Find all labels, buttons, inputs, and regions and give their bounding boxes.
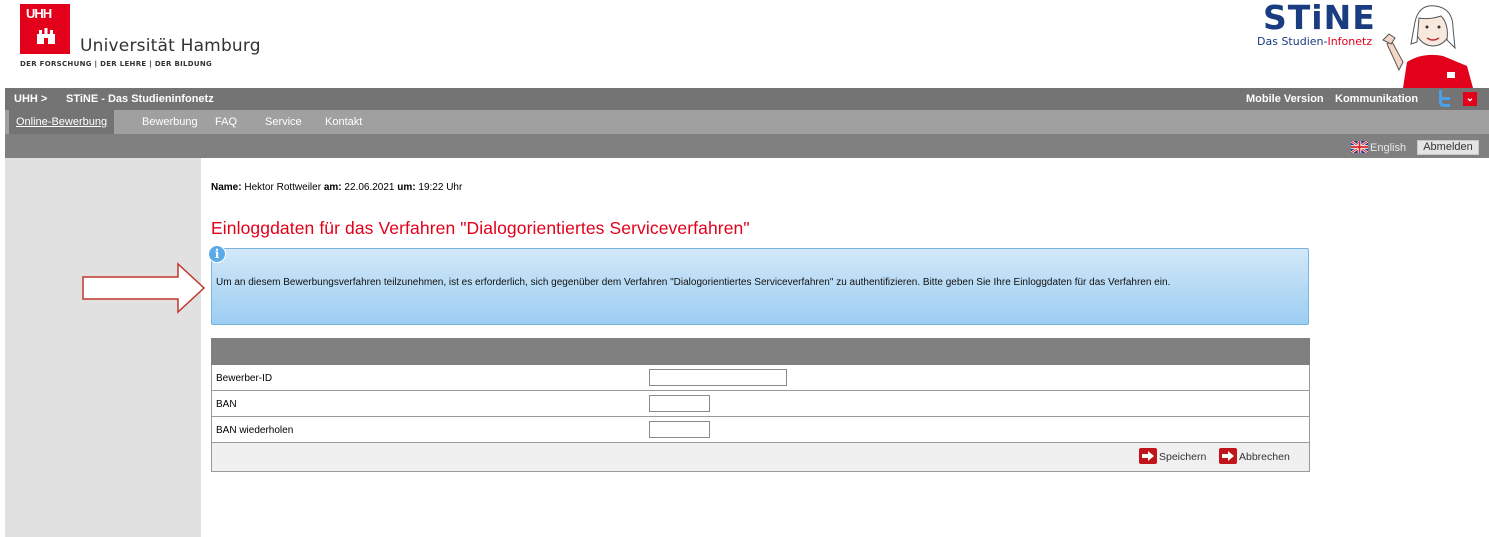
login-form: Bewerber-ID BAN BAN wiederholen Speicher… bbox=[211, 338, 1310, 472]
uhh-logo-text: UHH bbox=[26, 6, 52, 21]
top-bar: UHH > STiNE - Das Studieninfonetz Mobile… bbox=[5, 88, 1489, 110]
ban-repeat-input[interactable] bbox=[649, 421, 710, 438]
info-box: i Um an diesem Bewerbungsverfahren teilz… bbox=[208, 245, 1309, 325]
logout-button[interactable]: Abmelden bbox=[1417, 140, 1479, 155]
mobile-version-link[interactable]: Mobile Version bbox=[1246, 93, 1324, 105]
mascot-icon bbox=[1382, 5, 1473, 88]
tab-service[interactable]: Service bbox=[258, 110, 309, 134]
arrow-right-icon bbox=[1219, 448, 1237, 464]
save-label: Speichern bbox=[1159, 451, 1207, 463]
form-row-ban: BAN bbox=[211, 391, 1310, 417]
info-text: Um an diesem Bewerbungsverfahren teilzun… bbox=[216, 277, 1171, 288]
arrow-right-icon bbox=[82, 262, 206, 314]
university-tagline: DER FORSCHUNG | DER LEHRE | DER BILDUNG bbox=[20, 60, 213, 68]
tab-online-bewerbung[interactable]: Online-Bewerbung bbox=[9, 110, 115, 134]
form-row-bewerber-id: Bewerber-ID bbox=[211, 365, 1310, 391]
tab-faq[interactable]: FAQ bbox=[208, 110, 244, 134]
stine-logo[interactable]: STiNE Das Studien-Infonetz bbox=[1255, 0, 1473, 88]
breadcrumb-uhh[interactable]: UHH > bbox=[14, 93, 47, 105]
uhh-logo[interactable]: UHH bbox=[20, 4, 70, 54]
tab-kontakt[interactable]: Kontakt bbox=[318, 110, 369, 134]
ban-repeat-label: BAN wiederholen bbox=[216, 425, 294, 436]
bewerber-id-input[interactable] bbox=[649, 369, 787, 386]
bewerber-id-label: Bewerber-ID bbox=[216, 373, 273, 384]
form-header bbox=[211, 338, 1310, 365]
sidebar bbox=[5, 158, 201, 537]
time-label: um: bbox=[397, 182, 416, 193]
ban-label: BAN bbox=[216, 399, 237, 410]
user-info-line: Name: Hektor Rottweiler am: 22.06.2021 u… bbox=[211, 182, 462, 193]
stine-wordmark: STiNE bbox=[1263, 0, 1376, 37]
form-row-ban-repeat: BAN wiederholen bbox=[211, 417, 1310, 443]
main-navigation: Online-Bewerbung Bewerbung FAQ Service K… bbox=[5, 110, 1489, 134]
chevron-down-icon[interactable]: ⌄ bbox=[1463, 92, 1477, 106]
tab-bewerbung[interactable]: Bewerbung bbox=[135, 110, 205, 134]
name-label: Name: bbox=[211, 182, 242, 193]
form-footer: Speichern Abbrechen bbox=[211, 443, 1310, 472]
language-switch-link[interactable]: English bbox=[1370, 142, 1406, 154]
user-name: Hektor Rottweiler bbox=[244, 182, 322, 193]
arrow-right-icon bbox=[1139, 448, 1157, 464]
page-header: UHH Universität Hamburg DER FORSCHUNG | … bbox=[0, 0, 1489, 88]
stine-subtitle: Das Studien-Infonetz bbox=[1257, 35, 1373, 48]
cancel-label: Abbrechen bbox=[1239, 451, 1290, 463]
login-time: 19:22 Uhr bbox=[418, 182, 463, 193]
hamburg-castle-icon bbox=[37, 28, 55, 44]
university-name: Universität Hamburg bbox=[80, 36, 261, 56]
twitter-icon[interactable] bbox=[1437, 90, 1451, 107]
toolbar: English Abmelden bbox=[5, 134, 1489, 158]
uk-flag-icon[interactable] bbox=[1351, 141, 1368, 153]
info-icon: i bbox=[208, 245, 226, 263]
login-date: 22.06.2021 bbox=[344, 182, 395, 193]
date-label: am: bbox=[323, 182, 342, 193]
ban-input[interactable] bbox=[649, 395, 710, 412]
communication-link[interactable]: Kommunikation bbox=[1335, 93, 1418, 105]
page-title: Einloggdaten für das Verfahren "Dialogor… bbox=[211, 218, 750, 238]
breadcrumb-stine[interactable]: STiNE - Das Studieninfonetz bbox=[66, 93, 214, 105]
